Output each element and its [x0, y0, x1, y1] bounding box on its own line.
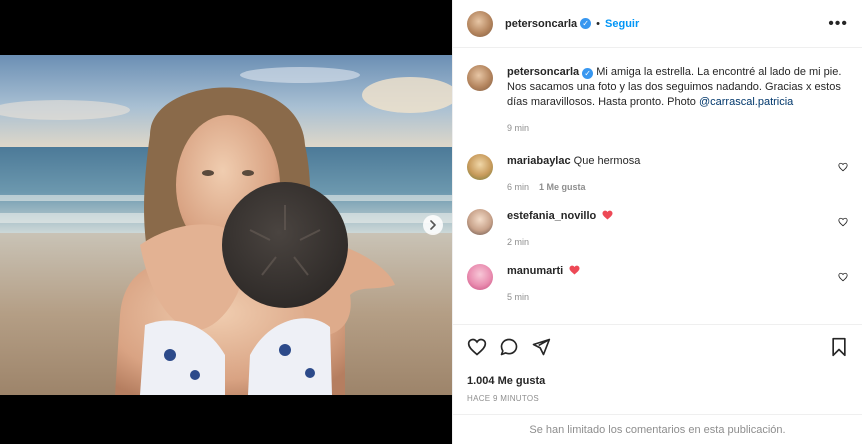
comment-meta: 5 min — [507, 291, 838, 303]
comment-row: mariabaylac Que hermosa 6 min 1 Me gusta — [467, 154, 848, 193]
post-actions: 1.004 Me gusta Hace 9 minutos — [453, 324, 862, 403]
comment-avatar[interactable] — [467, 264, 493, 290]
comment-likes[interactable]: 1 Me gusta — [539, 182, 586, 192]
comment-username[interactable]: manumarti — [507, 265, 563, 277]
comment-row: manumarti 5 min — [467, 264, 848, 303]
follow-button[interactable]: Seguir — [605, 18, 639, 30]
caption-time: 9 min — [507, 123, 530, 133]
next-arrow-icon — [430, 220, 436, 230]
post-media — [0, 0, 452, 444]
next-image-button[interactable] — [423, 215, 443, 235]
comment-like-heart-icon[interactable] — [838, 272, 848, 282]
comment-like-heart-icon[interactable] — [838, 217, 848, 227]
post-photo[interactable] — [0, 55, 452, 395]
comment-like-heart-icon[interactable] — [838, 162, 848, 172]
caption-avatar[interactable] — [467, 65, 493, 91]
comment-row: estefania_novillo 2 min — [467, 209, 848, 248]
comment-username[interactable]: mariabaylac — [507, 155, 571, 167]
comment-body: manumarti 5 min — [507, 264, 838, 303]
comment-text: Que hermosa — [573, 155, 641, 167]
comments-limited-notice: Se han limitado los comentarios en esta … — [453, 414, 862, 444]
post-modal: petersoncarla ✓ • Seguir ••• petersoncar… — [0, 0, 862, 444]
author-avatar[interactable] — [467, 10, 493, 37]
share-icon[interactable] — [531, 337, 551, 357]
post-details-panel: petersoncarla ✓ • Seguir ••• petersoncar… — [452, 0, 862, 444]
likes-count[interactable]: 1.004 Me gusta — [467, 375, 848, 387]
verified-badge-icon: ✓ — [582, 68, 594, 79]
comment-meta: 6 min 1 Me gusta — [507, 181, 838, 193]
caption-username[interactable]: petersoncarla — [507, 66, 579, 78]
comment-body: mariabaylac Que hermosa 6 min 1 Me gusta — [507, 154, 838, 193]
comment-avatar[interactable] — [467, 209, 493, 235]
post-header: petersoncarla ✓ • Seguir ••• — [453, 0, 862, 48]
comment-body: estefania_novillo 2 min — [507, 209, 838, 248]
comment-meta: 2 min — [507, 236, 838, 248]
like-heart-icon[interactable] — [467, 337, 487, 357]
more-options-icon[interactable]: ••• — [828, 15, 848, 33]
separator-dot: • — [596, 17, 601, 30]
action-icons — [467, 335, 848, 359]
save-bookmark-icon[interactable] — [830, 337, 848, 357]
comment-time: 2 min — [507, 237, 530, 247]
caption-mention-link[interactable]: @carrascal.patricia — [699, 96, 793, 108]
comment-icon[interactable] — [499, 337, 519, 357]
comment-time: 6 min — [507, 182, 530, 192]
comment-time: 5 min — [507, 292, 530, 302]
caption-meta: 9 min — [507, 122, 848, 134]
red-heart-emoji-icon — [569, 265, 580, 275]
beach-photo-illustration — [0, 55, 452, 395]
caption: petersoncarla ✓ Mi amiga la estrella. La … — [467, 65, 848, 134]
post-timestamp[interactable]: Hace 9 minutos — [467, 394, 848, 403]
comment-avatar[interactable] — [467, 154, 493, 180]
author-username[interactable]: petersoncarla — [505, 18, 577, 30]
verified-badge-icon: ✓ — [580, 18, 592, 29]
caption-body: petersoncarla ✓ Mi amiga la estrella. La … — [507, 65, 848, 134]
red-heart-emoji-icon — [602, 210, 613, 220]
comment-username[interactable]: estefania_novillo — [507, 210, 596, 222]
comments-list: petersoncarla ✓ Mi amiga la estrella. La … — [453, 49, 862, 325]
